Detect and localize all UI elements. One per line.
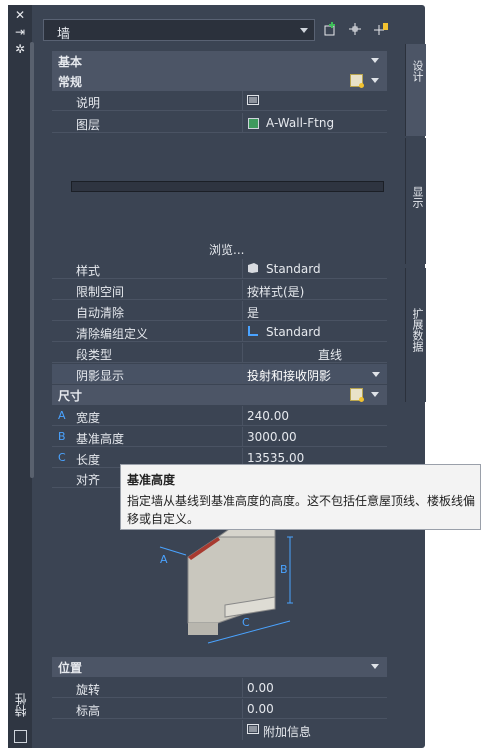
collapse-icon[interactable] [371,58,379,63]
row-base-height[interactable]: B 基准高度 3000.00 [52,427,387,447]
quick-select-icon[interactable] [322,21,340,39]
section-dimensions[interactable]: 尺寸 [52,385,387,405]
row-elevation[interactable]: 标高 0.00 [52,699,387,719]
section-location[interactable]: 位置 [52,657,387,677]
collapse-icon[interactable] [371,78,379,83]
svg-text:C: C [242,616,250,629]
vertical-scrollbar[interactable] [30,42,34,478]
tooltip-base-height: 基准高度 指定墙从基线到基准高度的高度。这不包括任意屋顶线、楼板线偏移或自定义。 [120,464,481,530]
style-preview-area [70,135,387,257]
object-type-value: 墙 [57,27,71,42]
svg-text:B: B [280,563,288,576]
layer-value: A-Wall-Ftng [266,116,335,130]
select-objects-icon[interactable] [346,21,364,39]
additional-info-icon[interactable] [247,724,259,734]
row-layer[interactable]: 图层 A-Wall-Ftng [52,113,387,133]
row-width[interactable]: A 宽度 240.00 [52,406,387,426]
quick-properties-icon[interactable] [350,388,364,402]
row-rotation[interactable]: 旋转 0.00 [52,678,387,698]
row-segment-type[interactable]: 段类型 直线 [52,343,387,363]
style-preview-strip [71,181,384,192]
section-basic[interactable]: 基本 [52,51,387,71]
close-icon[interactable]: ✕ [14,9,26,21]
palette-title: 特性 [14,693,28,717]
settings-icon[interactable]: ✲ [14,43,26,55]
collapse-icon[interactable] [371,392,379,397]
tab-extended-data[interactable]: 扩展数据 [405,268,426,402]
object-type-selector[interactable]: 墙 [43,19,315,42]
cleanup-group-icon [248,326,258,336]
row-bound-spaces[interactable]: 限制空间 按样式(是) [52,280,387,300]
palette-menu-icon[interactable] [14,730,27,743]
row-cleanup-group[interactable]: 清除编组定义 Standard [52,322,387,342]
row-description[interactable]: 说明 [52,91,387,111]
text-editor-icon[interactable] [247,95,259,105]
row-style[interactable]: 样式 Standard [52,259,387,279]
row-shadow-display[interactable]: 阴影显示 投射和接收阴影 [52,364,387,384]
tab-display[interactable]: 显示 [405,138,426,264]
layer-color-swatch [248,118,259,129]
style-value: Standard [266,262,321,276]
chevron-down-icon[interactable] [372,372,380,377]
section-general[interactable]: 常规 [52,71,387,91]
quick-properties-icon[interactable] [350,74,364,88]
collapse-icon[interactable] [371,664,379,669]
browse-button[interactable]: 浏览... [209,241,244,258]
row-additional-info[interactable]: 附加信息 [52,720,387,740]
toggle-pickadd-icon[interactable] [372,21,390,39]
tab-design[interactable]: 设计 [405,44,426,136]
wall-style-icon [248,263,258,273]
row-cleanup[interactable]: 自动清除 是 [52,301,387,321]
palette-title-bar[interactable]: ✕ ⇥ ✲ 特性 [8,5,32,748]
additional-info-button[interactable]: 附加信息 [263,723,311,740]
auto-hide-icon[interactable]: ⇥ [14,26,26,38]
chevron-down-icon [300,28,308,33]
svg-text:A: A [160,553,168,566]
